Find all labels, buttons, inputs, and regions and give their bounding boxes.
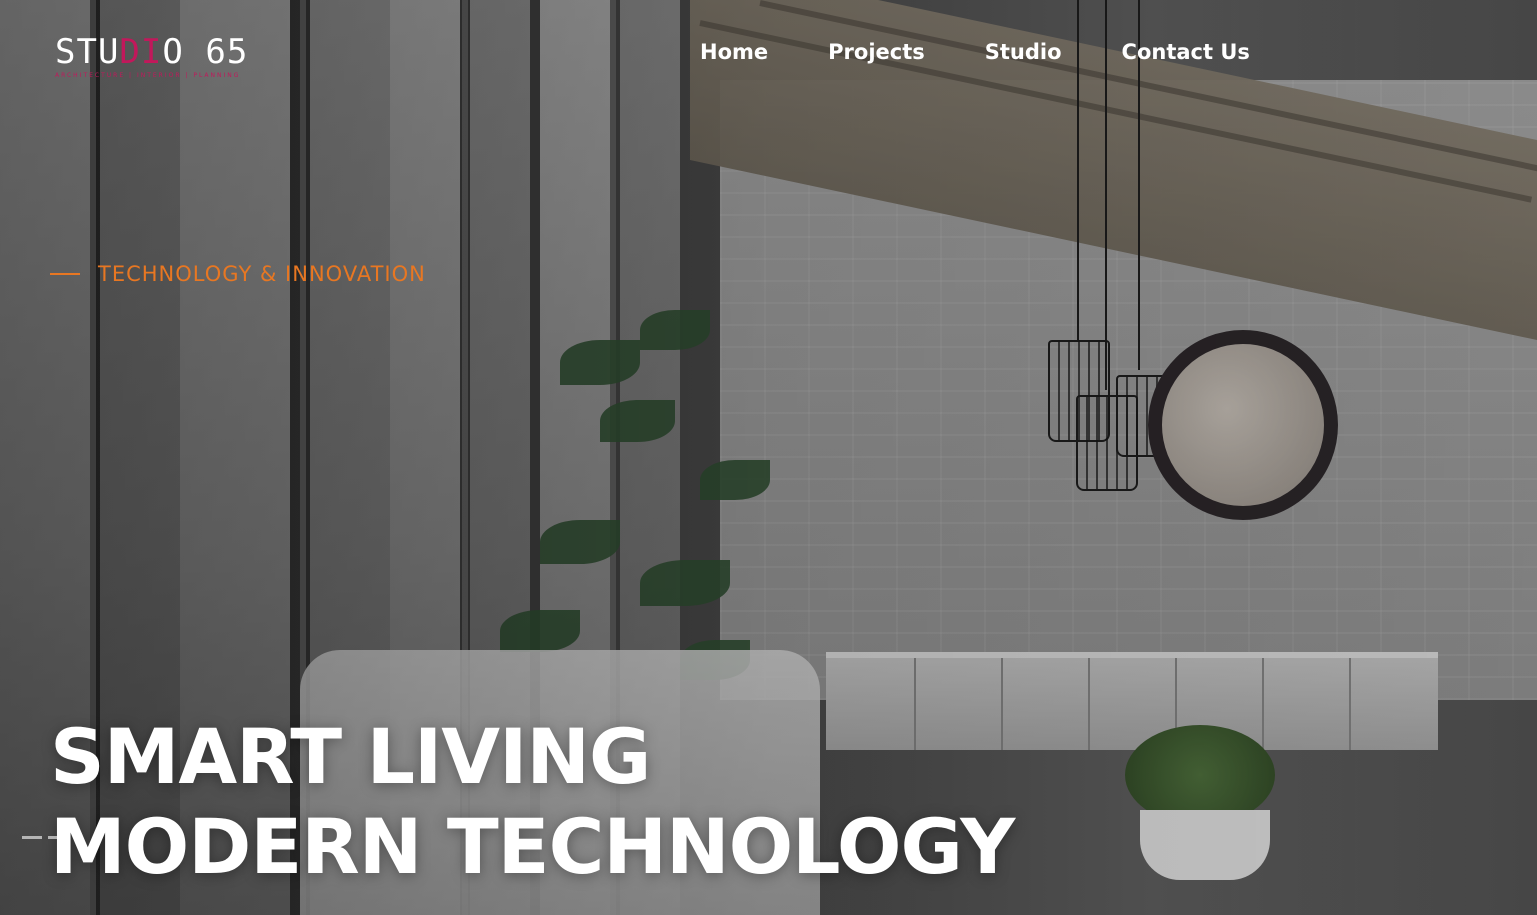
logo-text-left: STU (55, 32, 120, 72)
slide-indicator-dot[interactable] (48, 836, 68, 839)
logo-text-right: 65 (205, 32, 249, 72)
logo-wordmark: STUDIO 65 (55, 34, 248, 70)
hero-tagline: TECHNOLOGY & INNOVATION (50, 262, 426, 286)
headline-line-2: MODERN TECHNOLOGY (50, 802, 1015, 891)
tagline-text: TECHNOLOGY & INNOVATION (98, 262, 426, 286)
brand-logo[interactable]: STUDIO 65 ARCHITECTURE | INTERIOR | PLAN… (55, 34, 248, 79)
logo-building-mark: DI (119, 32, 163, 72)
slide-indicator (22, 836, 102, 839)
nav-contact-us[interactable]: Contact Us (1122, 40, 1250, 64)
slide-indicator-dot[interactable] (22, 836, 42, 839)
dash-icon (50, 273, 80, 275)
nav-studio[interactable]: Studio (985, 40, 1062, 64)
logo-text-o: O (162, 32, 184, 72)
headline-line-1: SMART LIVING (50, 712, 651, 801)
nav-home[interactable]: Home (700, 40, 768, 64)
hero-headline: SMART LIVING MODERN TECHNOLOGY (50, 712, 1015, 892)
nav-projects[interactable]: Projects (828, 40, 925, 64)
hero-section: STUDIO 65 ARCHITECTURE | INTERIOR | PLAN… (0, 0, 1537, 915)
main-nav: Home Projects Studio Contact Us (700, 40, 1250, 64)
logo-subtitle: ARCHITECTURE | INTERIOR | PLANNING (55, 72, 241, 79)
